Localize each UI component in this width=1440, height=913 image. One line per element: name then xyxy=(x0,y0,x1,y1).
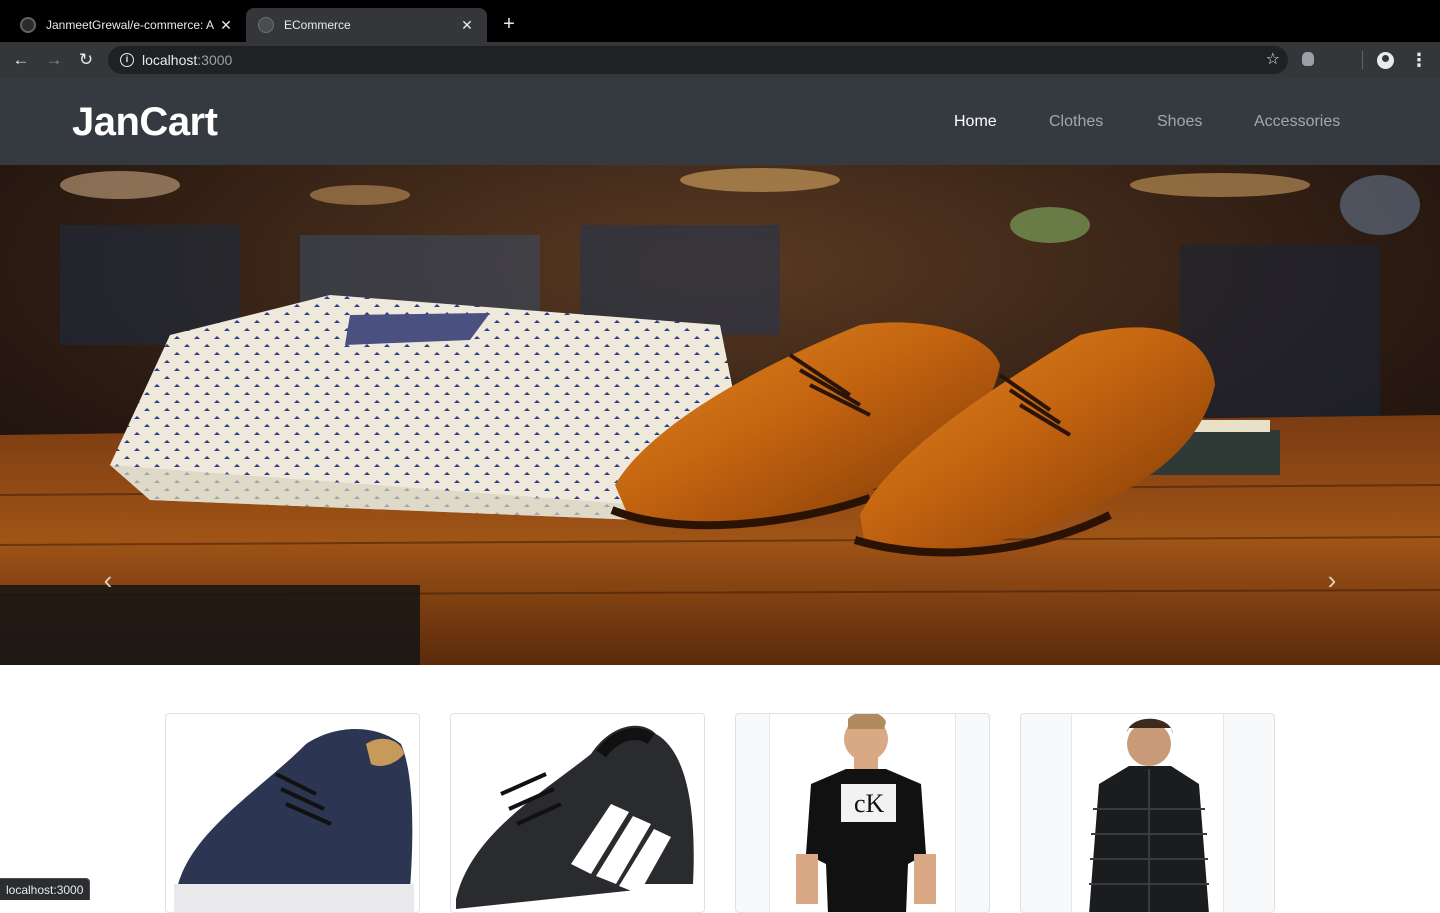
product-card[interactable] xyxy=(165,713,420,913)
globe-icon xyxy=(258,17,274,33)
site-info-icon[interactable]: i xyxy=(120,53,134,67)
carousel-prev-icon[interactable]: ‹ xyxy=(98,567,118,593)
tab-title: ECommerce xyxy=(284,18,351,32)
nav-accessories[interactable]: Accessories xyxy=(1254,113,1340,131)
hero-carousel: ‹ › xyxy=(0,165,1440,665)
nav-home[interactable]: Home xyxy=(954,113,997,131)
product-image-puffer-jacket xyxy=(1089,718,1209,912)
product-card[interactable] xyxy=(1020,713,1275,913)
bookmark-star-icon[interactable]: ☆ xyxy=(1266,50,1280,70)
browser-tab-github[interactable]: JanmeetGrewal/e-commerce: A ✕ xyxy=(8,8,246,42)
brand-logo[interactable]: JanCart xyxy=(72,100,218,145)
browser-toolbar: ← → ↻ i localhost:3000 ☆ xyxy=(0,42,1440,78)
new-tab-button[interactable]: + xyxy=(497,12,521,36)
url-host: localhost xyxy=(142,52,198,68)
product-card[interactable]: cK xyxy=(735,713,990,913)
browser-menu-icon[interactable]: ⋮ xyxy=(1410,48,1428,72)
carousel-next-icon[interactable]: › xyxy=(1322,567,1342,593)
extension-icon[interactable] xyxy=(1302,52,1314,66)
hero-image xyxy=(0,165,1440,665)
forward-button[interactable]: → xyxy=(42,48,66,72)
back-button[interactable]: ← xyxy=(9,48,33,72)
address-bar[interactable]: i localhost:3000 ☆ xyxy=(108,46,1288,74)
site-navbar: JanCart Home Clothes Shoes Accessories xyxy=(0,78,1440,165)
product-image-navy-shoe xyxy=(174,729,414,912)
status-url-bubble: localhost:3000 xyxy=(0,878,91,900)
browser-tab-strip: JanmeetGrewal/e-commerce: A ✕ ECommerce … xyxy=(0,0,1440,42)
reload-button[interactable]: ↻ xyxy=(74,48,98,72)
product-image-ck-tshirt: cK xyxy=(796,714,936,912)
profile-avatar-icon[interactable] xyxy=(1377,52,1394,69)
product-card[interactable] xyxy=(450,713,705,913)
svg-text:cK: cK xyxy=(854,789,885,818)
nav-shoes[interactable]: Shoes xyxy=(1157,113,1202,131)
github-icon xyxy=(20,17,36,33)
toolbar-separator xyxy=(1362,51,1363,69)
tab-title: JanmeetGrewal/e-commerce: A xyxy=(46,18,215,32)
product-image-black-sneaker xyxy=(456,725,701,912)
browser-tab-ecommerce[interactable]: ECommerce ✕ xyxy=(246,8,487,42)
close-tab-icon[interactable]: ✕ xyxy=(218,17,234,34)
close-tab-icon[interactable]: ✕ xyxy=(459,17,475,34)
nav-clothes[interactable]: Clothes xyxy=(1049,113,1103,131)
url-port: :3000 xyxy=(197,52,233,68)
